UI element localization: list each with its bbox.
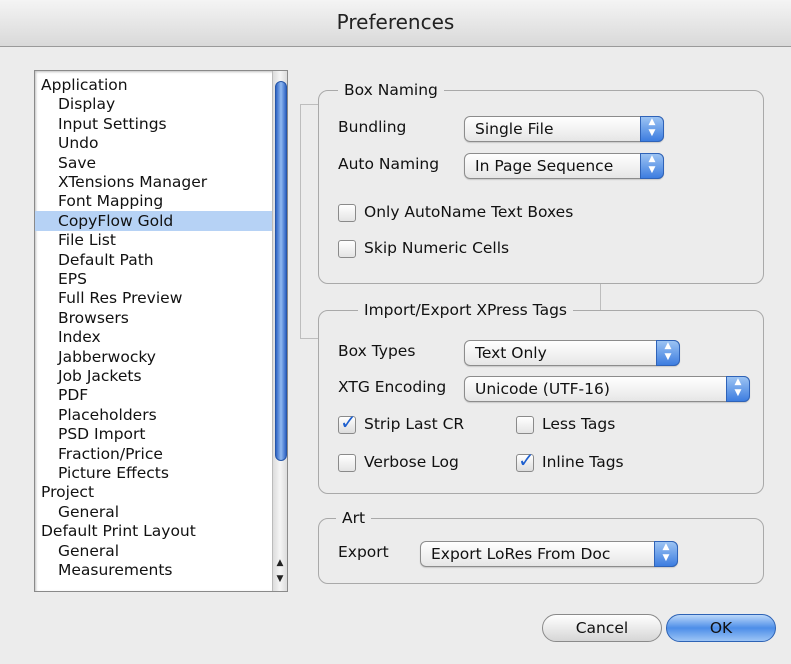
auto-naming-popup[interactable]: In Page Sequence ▲ ▼ <box>464 153 664 179</box>
xtg-encoding-label: XTG Encoding <box>338 378 447 396</box>
box-types-value: Text Only <box>475 344 547 362</box>
checkmark-icon: ✓ <box>518 448 535 472</box>
category-item[interactable]: Picture Effects <box>35 463 287 483</box>
strip-last-cr-label: Strip Last CR <box>364 415 465 433</box>
category-item[interactable]: General <box>35 502 287 522</box>
category-item[interactable]: CopyFlow Gold <box>35 210 287 231</box>
category-item[interactable]: Job Jackets <box>35 366 287 386</box>
category-list[interactable]: Application Display Input Settings Undo Save… <box>34 70 288 592</box>
ok-button[interactable]: OK <box>666 614 776 642</box>
strip-last-cr-checkbox[interactable]: ✓ <box>338 412 357 434</box>
category-item[interactable]: Save <box>35 153 287 173</box>
scroll-up-arrow-icon[interactable]: ▲ <box>273 557 287 569</box>
skip-numeric-label: Skip Numeric Cells <box>364 239 510 257</box>
category-item[interactable]: Full Res Preview <box>35 288 287 308</box>
xtg-encoding-popup[interactable]: Unicode (UTF-16) ▲ ▼ <box>464 376 750 402</box>
category-item[interactable]: Undo <box>35 133 287 153</box>
preferences-window: Preferences Application Display Input Sett… <box>0 0 791 664</box>
only-autoname-label: Only AutoName Text Boxes <box>364 203 574 221</box>
section-bracket <box>300 104 301 338</box>
popup-arrows-icon: ▲ ▼ <box>640 153 664 179</box>
art-legend: Art <box>336 508 372 528</box>
category-item[interactable]: Measurements <box>35 560 287 580</box>
inline-tags-checkbox[interactable]: ✓ <box>516 450 535 472</box>
category-item[interactable]: Input Settings <box>35 114 287 134</box>
less-tags-label: Less Tags <box>542 415 616 433</box>
category-item[interactable]: General <box>35 541 287 561</box>
cancel-button[interactable]: Cancel <box>542 614 662 642</box>
scroll-thumb[interactable] <box>275 81 287 461</box>
category-item[interactable]: Browsers <box>35 308 287 328</box>
verbose-log-label: Verbose Log <box>364 453 459 471</box>
auto-naming-value: In Page Sequence <box>475 157 614 175</box>
xtg-encoding-value: Unicode (UTF-16) <box>475 380 610 398</box>
bundling-popup[interactable]: Single File ▲ ▼ <box>464 116 664 142</box>
category-item[interactable]: EPS <box>35 269 287 289</box>
category-item[interactable]: XTensions Manager <box>35 172 287 192</box>
popup-arrows-icon: ▲ ▼ <box>654 541 678 567</box>
popup-arrows-icon: ▲ ▼ <box>726 376 750 402</box>
category-item[interactable]: Font Mapping <box>35 191 287 211</box>
category-item[interactable]: Jabberwocky <box>35 347 287 367</box>
only-autoname-checkbox[interactable] <box>338 204 356 222</box>
inline-tags-label: Inline Tags <box>542 453 624 471</box>
bundling-value: Single File <box>475 120 554 138</box>
category-item[interactable]: Default Print Layout <box>35 521 277 541</box>
box-naming-legend: Box Naming <box>338 80 444 100</box>
scroll-down-arrow-icon[interactable]: ▼ <box>273 573 287 585</box>
auto-naming-label: Auto Naming <box>338 155 440 173</box>
import-export-legend: Import/Export XPress Tags <box>358 300 573 320</box>
bundling-label: Bundling <box>338 118 407 136</box>
category-item[interactable]: Placeholders <box>35 405 287 425</box>
category-item[interactable]: File List <box>35 230 287 250</box>
export-value: Export LoRes From Doc <box>431 545 611 563</box>
category-item[interactable]: PSD Import <box>35 424 287 444</box>
export-label: Export <box>338 543 389 561</box>
window-title: Preferences <box>336 10 455 34</box>
popup-arrows-icon: ▲ ▼ <box>640 116 664 142</box>
category-item[interactable]: Display <box>35 94 287 114</box>
skip-numeric-checkbox[interactable] <box>338 240 356 258</box>
category-item[interactable]: Project <box>35 482 277 502</box>
category-item[interactable]: Default Path <box>35 250 287 270</box>
checkmark-icon: ✓ <box>340 410 357 434</box>
category-item[interactable]: Application <box>35 75 277 95</box>
verbose-log-checkbox[interactable] <box>338 454 356 472</box>
popup-arrows-icon: ▲ ▼ <box>656 340 680 366</box>
less-tags-checkbox[interactable] <box>516 416 534 434</box>
category-item[interactable]: PDF <box>35 385 287 405</box>
export-popup[interactable]: Export LoRes From Doc ▲ ▼ <box>420 541 678 567</box>
box-types-label: Box Types <box>338 342 416 360</box>
category-item[interactable]: Fraction/Price <box>35 444 287 464</box>
list-scrollbar[interactable]: ▲ ▼ <box>272 71 287 591</box>
title-bar[interactable]: Preferences <box>0 0 791 47</box>
box-types-popup[interactable]: Text Only ▲ ▼ <box>464 340 680 366</box>
category-item[interactable]: Index <box>35 327 287 347</box>
